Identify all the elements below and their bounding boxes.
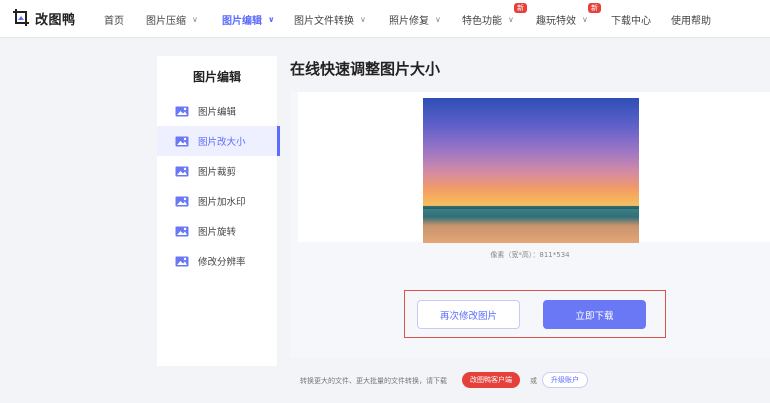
chevron-down-icon: ∨ — [268, 14, 275, 24]
crop-logo-icon — [13, 9, 29, 26]
pixel-size-info: 像素（宽*高）：811*534 — [490, 251, 570, 259]
download-now-button[interactable]: 立即下载 — [543, 300, 646, 329]
horizon-line — [423, 206, 639, 209]
image-icon — [175, 166, 189, 176]
image-icon — [175, 196, 189, 206]
nav-image-compress[interactable]: 图片压缩 ∨ — [146, 0, 198, 38]
sidebar-item-image-resize[interactable]: 图片改大小 — [157, 126, 280, 156]
nav-download-center[interactable]: 下载中心 — [611, 0, 651, 38]
chevron-down-icon: ∨ — [435, 14, 441, 24]
sidebar: 图片编辑 图片编辑 图片改大小 图片裁剪 图片加水印 图片旋转 修改分辨率 — [157, 56, 280, 366]
footer-note-bar: 转换更大的文件、更大批量的文件转换，请下载 改图鸭客户端 或 升级账户 — [290, 366, 770, 396]
image-icon — [175, 256, 189, 266]
nav-file-convert[interactable]: 图片文件转换 ∨ — [294, 0, 366, 38]
nav-special-features[interactable]: 特色功能 ∨ — [462, 0, 514, 38]
sidebar-item-image-edit[interactable]: 图片编辑 — [157, 96, 277, 126]
top-navigation-bar: 改图鸭 首页 图片压缩 ∨ 图片编辑 ∨ 图片文件转换 ∨ 照片修复 ∨ 特色功能 ∨ 新… — [0, 0, 770, 38]
chevron-down-icon: ∨ — [582, 14, 588, 24]
image-icon — [175, 226, 189, 236]
nav-home[interactable]: 首页 — [104, 0, 124, 38]
nav-fun-effects[interactable]: 趣玩特效 ∨ — [536, 0, 588, 38]
nav-photo-restore[interactable]: 照片修复 ∨ — [389, 0, 441, 38]
nav-help[interactable]: 使用帮助 — [671, 0, 711, 38]
sidebar-title: 图片编辑 — [192, 70, 241, 84]
new-badge: 新 — [588, 3, 601, 13]
chevron-down-icon: ∨ — [508, 14, 514, 24]
main-panel: 像素（宽*高）：811*534 再次修改图片 立即下载 — [290, 92, 770, 358]
chevron-down-icon: ∨ — [192, 14, 198, 24]
sidebar-item-image-crop[interactable]: 图片裁剪 — [157, 156, 277, 186]
sidebar-item-change-resolution[interactable]: 修改分辨率 — [157, 246, 277, 276]
brand-name: 改图鸭 — [35, 12, 76, 28]
download-client-button[interactable]: 改图鸭客户端 — [462, 372, 520, 388]
preview-image — [423, 98, 639, 243]
sidebar-item-image-watermark[interactable]: 图片加水印 — [157, 186, 277, 216]
upgrade-account-button[interactable]: 升级账户 — [542, 372, 588, 388]
modify-again-button[interactable]: 再次修改图片 — [417, 300, 520, 329]
footer-note-text: 转换更大的文件、更大批量的文件转换，请下载 — [300, 377, 447, 385]
image-icon — [175, 106, 189, 116]
image-icon — [175, 136, 189, 146]
page-title: 在线快速调整图片大小 — [290, 60, 441, 78]
or-text: 或 — [530, 377, 537, 385]
sidebar-item-image-rotate[interactable]: 图片旋转 — [157, 216, 277, 246]
brand-logo[interactable]: 改图鸭 — [12, 8, 76, 28]
chevron-down-icon: ∨ — [360, 14, 366, 24]
new-badge: 新 — [514, 3, 527, 13]
nav-image-edit[interactable]: 图片编辑 ∨ — [222, 0, 275, 38]
